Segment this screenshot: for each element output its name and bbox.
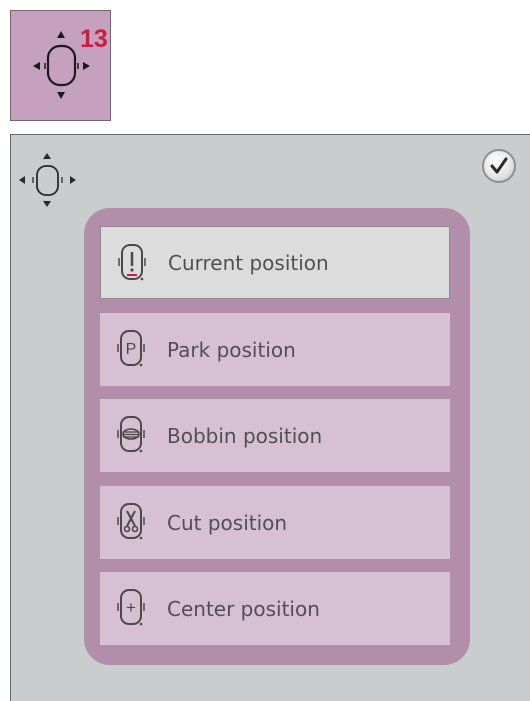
menu-item-center-position[interactable]: + Center position	[100, 572, 450, 645]
cut-position-icon	[117, 503, 145, 540]
menu-item-label: Park position	[167, 337, 296, 362]
park-letter: P	[126, 341, 137, 358]
position-panel: Current position P Park position Bobbin …	[10, 134, 530, 701]
menu-item-current-position[interactable]: Current position	[100, 226, 450, 299]
bobbin-position-icon	[117, 416, 145, 453]
move-hoop-icon	[19, 153, 76, 207]
center-symbol: +	[126, 598, 136, 617]
position-menu: Current position P Park position Bobbin …	[84, 208, 470, 665]
current-position-icon	[118, 244, 146, 281]
menu-item-bobbin-position[interactable]: Bobbin position	[100, 399, 450, 472]
callout-number: 13	[80, 25, 108, 53]
menu-item-cut-position[interactable]: Cut position	[100, 486, 450, 559]
park-position-icon: P	[117, 330, 145, 367]
menu-item-park-position[interactable]: P Park position	[100, 313, 450, 386]
menu-item-label: Cut position	[167, 510, 288, 535]
checkmark-icon	[490, 157, 508, 174]
menu-item-label: Current position	[168, 250, 329, 275]
center-position-icon: +	[117, 589, 145, 626]
ok-button[interactable]	[482, 149, 516, 183]
menu-item-label: Bobbin position	[167, 423, 323, 448]
menu-item-label: Center position	[167, 596, 320, 621]
